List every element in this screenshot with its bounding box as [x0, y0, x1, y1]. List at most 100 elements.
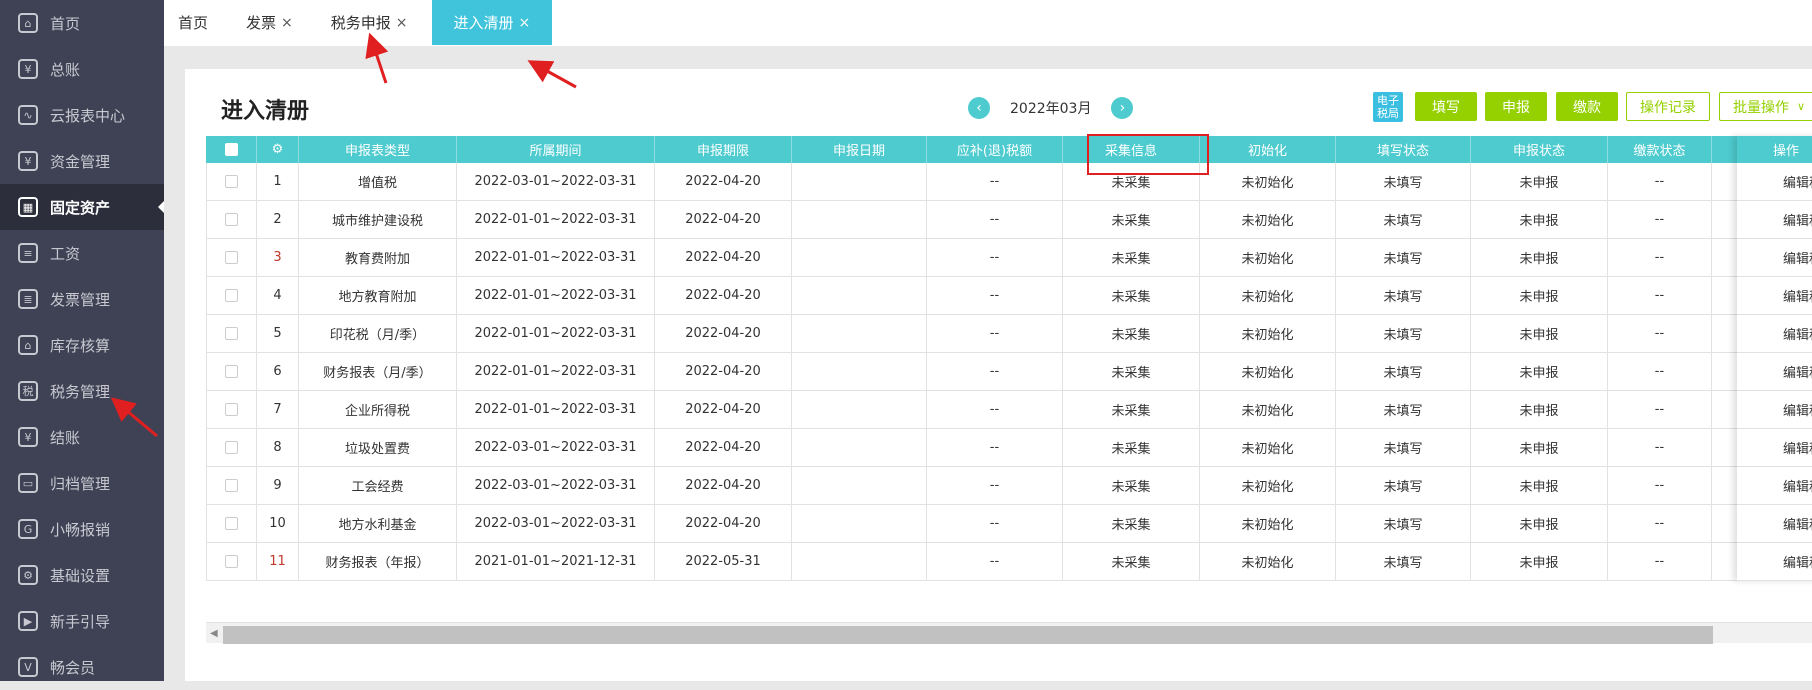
column-header[interactable]: 申报状态 [1471, 136, 1608, 163]
close-icon[interactable]: × [519, 15, 531, 31]
row-checkbox[interactable] [225, 213, 238, 226]
row-checkbox-cell[interactable] [206, 543, 257, 580]
sidebar-item-3[interactable]: ¥ 资金管理 [0, 138, 164, 184]
sidebar-item-1[interactable]: ¥ 总账 [0, 46, 164, 92]
edit-tax-link[interactable]: 编辑税 [1737, 505, 1812, 543]
row-checkbox-cell[interactable] [206, 201, 257, 238]
scrollbar-thumb[interactable] [223, 626, 1713, 644]
edit-tax-link[interactable]: 编辑税 [1737, 239, 1812, 277]
column-header[interactable]: 所属期间 [457, 136, 655, 163]
column-header[interactable]: 初始化 [1200, 136, 1336, 163]
chevron-down-icon: ∨ [1796, 100, 1806, 113]
row-checkbox-cell[interactable] [206, 163, 257, 200]
row-checkbox-cell[interactable] [206, 315, 257, 352]
column-header[interactable]: ⚙ [257, 136, 299, 163]
table-row: 1 增值税 2022-03-01~2022-03-31 2022-04-20 -- 未采集… [206, 163, 1812, 201]
sidebar-item-8[interactable]: 税税务管理 [0, 368, 164, 414]
edit-tax-link[interactable]: 编辑税 [1737, 467, 1812, 505]
column-header[interactable]: 申报表类型 [299, 136, 457, 163]
table-row: 9 工会经费 2022-03-01~2022-03-31 2022-04-20 -- 未采… [206, 467, 1812, 505]
row-checkbox-cell[interactable] [206, 353, 257, 390]
cell-amount: -- [927, 201, 1063, 238]
row-checkbox[interactable] [225, 555, 238, 568]
column-header[interactable]: 申报期限 [655, 136, 792, 163]
cell-collect: 未采集 [1063, 353, 1200, 390]
row-checkbox-cell[interactable] [206, 429, 257, 466]
column-header[interactable]: 申报日期 [792, 136, 927, 163]
row-checkbox-cell[interactable] [206, 239, 257, 276]
row-checkbox[interactable] [225, 441, 238, 454]
column-header[interactable]: 采集信息 [1063, 136, 1200, 163]
sidebar-item-6[interactable]: ≣ 发票管理 [0, 276, 164, 322]
current-month: 2022年03月 [1010, 101, 1092, 117]
prev-month-button[interactable]: ‹ [968, 97, 990, 119]
cell-amount: -- [927, 467, 1063, 504]
tab-bar: 首页 发票 × 税务申报 × 进入清册 × [164, 0, 1812, 46]
sidebar-item-13[interactable]: ▶ 新手引导 [0, 598, 164, 644]
next-month-button[interactable]: › [1111, 97, 1134, 119]
scroll-left-icon[interactable]: ◀ [210, 628, 218, 639]
close-icon[interactable]: × [396, 15, 408, 31]
edit-tax-link[interactable]: 编辑税 [1737, 201, 1812, 239]
column-header[interactable]: 应补(退)税额 [927, 136, 1063, 163]
tab-1[interactable]: 发票 × [232, 0, 307, 45]
warehouse-icon: ⌂ [18, 335, 38, 355]
row-checkbox[interactable] [225, 479, 238, 492]
salary-icon: ≡ [18, 243, 38, 263]
tab-2[interactable]: 税务申报 × [317, 0, 422, 45]
sidebar-item-label: 发票管理 [50, 290, 111, 309]
sidebar-item-12[interactable]: ⚙ 基础设置 [0, 552, 164, 598]
edit-tax-link[interactable]: 编辑税 [1737, 543, 1812, 581]
gear-icon[interactable]: ⚙ [272, 142, 284, 157]
sidebar-item-4[interactable]: ▦ 固定资产 [0, 184, 164, 230]
horizontal-scrollbar[interactable]: ◀ [206, 622, 1812, 644]
sidebar-item-9[interactable]: ¥ 结账 [0, 414, 164, 460]
cell-type: 地方教育附加 [299, 277, 457, 314]
sidebar-item-14[interactable]: V 畅会员 [0, 644, 164, 690]
column-header[interactable] [206, 136, 257, 163]
row-checkbox-cell[interactable] [206, 277, 257, 314]
row-checkbox[interactable] [225, 517, 238, 530]
edit-tax-link[interactable]: 编辑税 [1737, 163, 1812, 201]
close-icon[interactable]: × [281, 15, 293, 31]
pay-button[interactable]: 缴款 [1556, 92, 1618, 121]
column-header[interactable]: 填写状态 [1336, 136, 1471, 163]
row-checkbox-cell[interactable] [206, 467, 257, 504]
sidebar-item-5[interactable]: ≡ 工资 [0, 230, 164, 276]
cell-date [792, 315, 927, 352]
fill-button[interactable]: 填写 [1415, 92, 1477, 121]
row-checkbox[interactable] [225, 175, 238, 188]
etax-bureau-button[interactable]: 电子税局 [1373, 92, 1403, 122]
cell-date [792, 163, 927, 200]
sidebar-item-7[interactable]: ⌂ 库存核算 [0, 322, 164, 368]
edit-tax-link[interactable]: 编辑税 [1737, 429, 1812, 467]
row-checkbox[interactable] [225, 251, 238, 264]
operation-log-button[interactable]: 操作记录 [1626, 92, 1710, 121]
edit-tax-link[interactable]: 编辑税 [1737, 353, 1812, 391]
row-checkbox[interactable] [225, 327, 238, 340]
row-checkbox[interactable] [225, 403, 238, 416]
edit-tax-link[interactable]: 编辑税 [1737, 277, 1812, 315]
batch-operation-dropdown[interactable]: 批量操作 ∨ [1719, 92, 1812, 121]
sidebar-item-10[interactable]: ▭ 归档管理 [0, 460, 164, 506]
row-checkbox[interactable] [225, 365, 238, 378]
edit-tax-link[interactable]: 编辑税 [1737, 391, 1812, 429]
page-title: 进入清册 [221, 99, 310, 124]
select-all-checkbox[interactable] [224, 143, 238, 156]
declare-button[interactable]: 申报 [1485, 92, 1547, 121]
sidebar-item-2[interactable]: ∿ 云报表中心 [0, 92, 164, 138]
column-header[interactable]: 缴款状态 [1608, 136, 1712, 163]
cell-pay: -- [1608, 315, 1712, 352]
cell-period: 2022-03-01~2022-03-31 [457, 163, 655, 200]
tab-0[interactable]: 首页 [164, 0, 222, 45]
row-checkbox[interactable] [225, 289, 238, 302]
row-checkbox-cell[interactable] [206, 505, 257, 542]
row-checkbox-cell[interactable] [206, 391, 257, 428]
sidebar-item-label: 固定资产 [50, 198, 111, 217]
cell-period: 2022-01-01~2022-03-31 [457, 277, 655, 314]
edit-tax-link[interactable]: 编辑税 [1737, 315, 1812, 353]
reimburse-icon: G [18, 519, 38, 539]
sidebar-item-0[interactable]: ⌂ 首页 [0, 0, 164, 46]
sidebar-item-11[interactable]: G 小畅报销 [0, 506, 164, 552]
tab-3[interactable]: 进入清册 × [431, 0, 553, 45]
